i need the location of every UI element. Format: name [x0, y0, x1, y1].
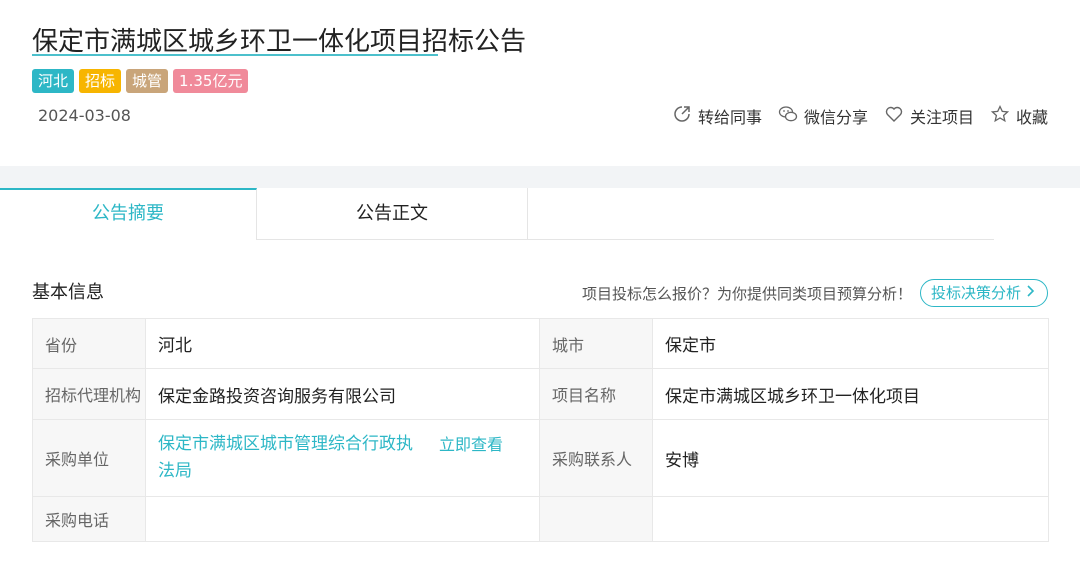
star-icon — [990, 104, 1010, 128]
wechat-icon — [778, 104, 798, 128]
follow-project-button[interactable]: 关注项目 — [884, 104, 974, 128]
tag-category: 城管 — [126, 69, 169, 93]
section-divider — [0, 166, 1080, 188]
empty-label — [539, 496, 653, 542]
tag-list: 河北 招标 城管 1.35亿元 — [32, 69, 249, 93]
table-row: 采购单位 保定市满城区城市管理综合行政执法局 立即查看 采购联系人 安博 — [32, 419, 1049, 497]
forward-button[interactable]: 转给同事 — [672, 104, 762, 128]
buyer-label: 采购单位 — [32, 419, 146, 497]
wechat-share-button[interactable]: 微信分享 — [778, 104, 868, 128]
chevron-right-icon — [1025, 280, 1037, 306]
promo-text: 项目投标怎么报价？为你提供同类项目预算分析！ — [581, 284, 912, 303]
project-value: 保定市满城区城乡环卫一体化项目 — [652, 368, 1049, 420]
title-underline — [32, 54, 438, 56]
action-bar: 转给同事 微信分享 关注项目 收藏 — [672, 104, 1048, 128]
agent-label: 招标代理机构 — [32, 368, 146, 420]
agent-value: 保定金路投资咨询服务有限公司 — [145, 368, 540, 420]
favorite-button[interactable]: 收藏 — [990, 104, 1048, 128]
city-label: 城市 — [539, 318, 653, 369]
forward-icon — [672, 104, 692, 128]
project-label: 项目名称 — [539, 368, 653, 420]
basic-info-table: 省份 河北 城市 保定市 招标代理机构 保定金路投资咨询服务有限公司 项目名称 … — [32, 318, 1049, 542]
city-value: 保定市 — [652, 318, 1049, 369]
empty-value — [652, 496, 1049, 542]
section-title: 基本信息 — [32, 282, 104, 303]
wechat-share-label: 微信分享 — [803, 108, 868, 127]
phone-label: 采购电话 — [32, 496, 146, 542]
province-value: 河北 — [145, 318, 540, 369]
tag-province: 河北 — [32, 69, 75, 93]
contact-label: 采购联系人 — [539, 419, 653, 497]
phone-value — [145, 496, 540, 542]
page-title: 保定市满城区城乡环卫一体化项目招标公告 — [32, 27, 527, 57]
contact-value: 安博 — [652, 419, 1049, 497]
publish-date: 2024-03-08 — [38, 106, 131, 125]
table-row: 招标代理机构 保定金路投资咨询服务有限公司 项目名称 保定市满城区城乡环卫一体化… — [32, 368, 1049, 420]
tag-amount: 1.35亿元 — [173, 69, 249, 93]
tab-full-text[interactable]: 公告正文 — [257, 188, 528, 240]
bid-analysis-label: 投标决策分析 — [930, 284, 1021, 302]
buyer-link[interactable]: 保定市满城区城市管理综合行政执法局 — [158, 431, 420, 485]
follow-project-label: 关注项目 — [909, 108, 974, 127]
table-row: 省份 河北 城市 保定市 — [32, 318, 1049, 369]
forward-label: 转给同事 — [697, 108, 762, 127]
tag-type: 招标 — [79, 69, 122, 93]
tab-summary[interactable]: 公告摘要 — [0, 188, 257, 240]
favorite-label: 收藏 — [1015, 108, 1048, 127]
buyer-cell: 保定市满城区城市管理综合行政执法局 立即查看 — [145, 419, 540, 497]
tab-bar: 公告摘要 公告正文 — [0, 188, 994, 240]
promo-bar: 项目投标怎么报价？为你提供同类项目预算分析！ 投标决策分析 — [582, 279, 1048, 307]
bid-analysis-button[interactable]: 投标决策分析 — [919, 279, 1048, 307]
table-row: 采购电话 — [32, 496, 1049, 542]
province-label: 省份 — [32, 318, 146, 369]
view-now-link[interactable]: 立即查看 — [439, 431, 503, 455]
heart-icon — [884, 104, 904, 128]
